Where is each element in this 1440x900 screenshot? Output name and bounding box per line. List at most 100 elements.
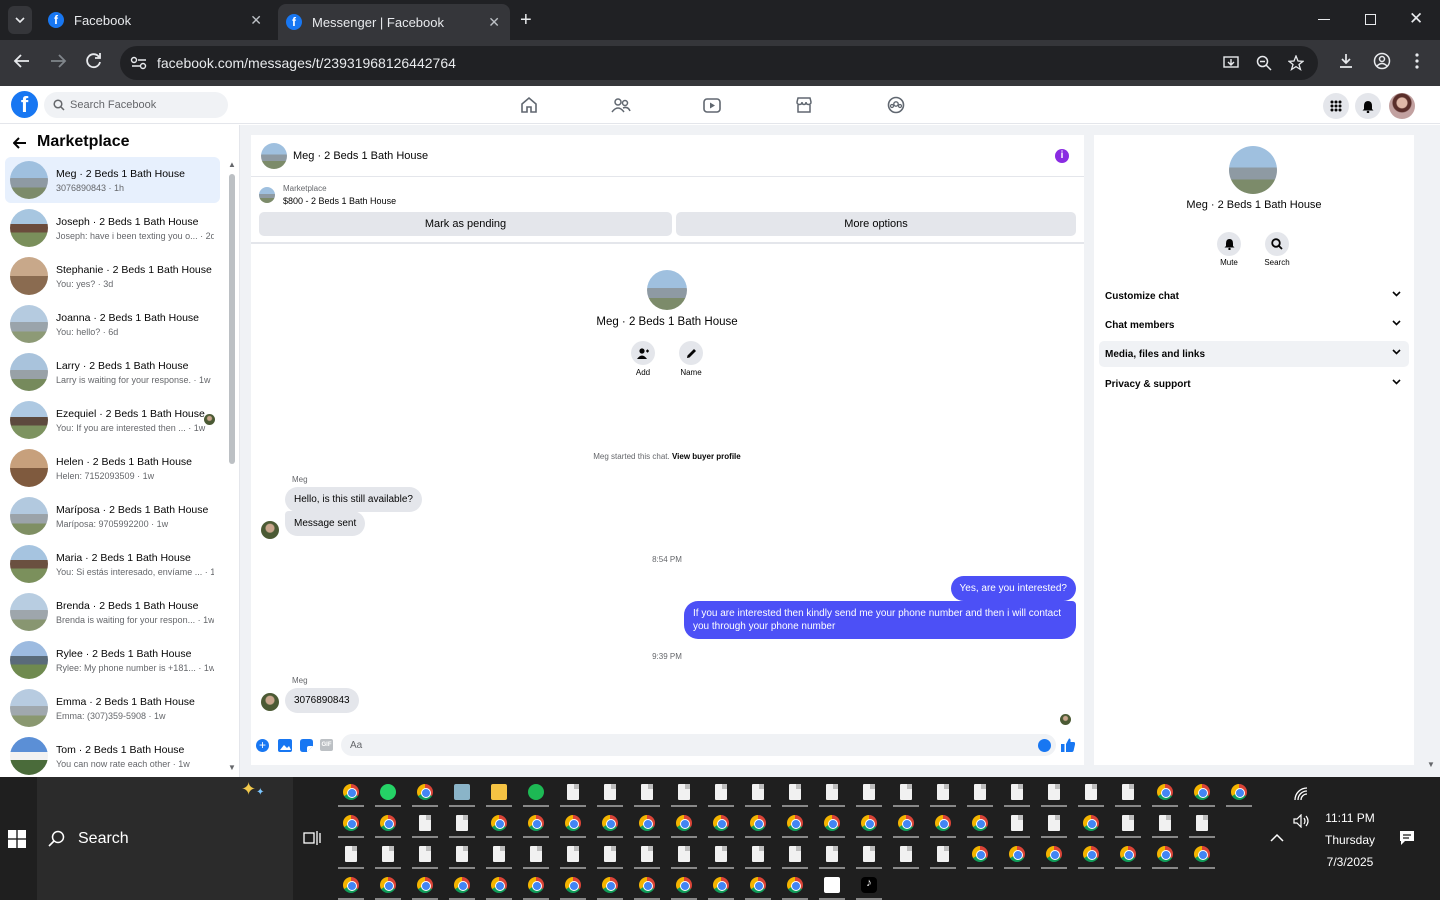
notification-center-icon[interactable]	[1399, 830, 1415, 846]
document-icon[interactable]	[456, 815, 468, 831]
chrome-icon[interactable]	[713, 877, 729, 893]
chrome-icon[interactable]	[491, 877, 507, 893]
chat-members-row[interactable]: Chat members	[1099, 312, 1409, 338]
document-icon[interactable]	[715, 846, 727, 862]
install-app-icon[interactable]	[1223, 56, 1239, 70]
chrome-icon[interactable]	[935, 815, 951, 831]
chrome-icon[interactable]	[491, 815, 507, 831]
chrome-icon[interactable]	[417, 784, 433, 800]
notepad-icon[interactable]	[454, 784, 470, 800]
chrome-icon[interactable]	[1157, 784, 1173, 800]
chrome-icon[interactable]	[1046, 846, 1062, 862]
document-icon[interactable]	[826, 846, 838, 862]
chrome-icon[interactable]	[861, 815, 877, 831]
reload-icon[interactable]	[85, 52, 103, 70]
marketplace-icon[interactable]	[795, 96, 813, 114]
network-icon[interactable]	[1294, 787, 1310, 801]
scrollbar[interactable]: ▲ ▼	[228, 160, 236, 772]
document-icon[interactable]	[1122, 784, 1134, 800]
document-icon[interactable]	[604, 846, 616, 862]
address-bar[interactable]: facebook.com/messages/t/2393196812644276…	[120, 46, 1318, 80]
chrome-icon[interactable]	[1194, 784, 1210, 800]
chrome-icon[interactable]	[454, 877, 470, 893]
chrome-icon[interactable]	[824, 815, 840, 831]
profile-icon[interactable]	[1373, 52, 1391, 70]
chrome-icon[interactable]	[972, 815, 988, 831]
listing-thumb[interactable]	[259, 187, 275, 203]
message-input[interactable]: Aa	[341, 734, 1056, 756]
chrome-icon[interactable]	[787, 877, 803, 893]
restore-button[interactable]	[1365, 14, 1376, 25]
document-icon[interactable]	[641, 784, 653, 800]
page-scrollbar[interactable]: ▼	[1427, 760, 1435, 769]
document-icon[interactable]	[789, 784, 801, 800]
chrome-icon[interactable]	[417, 877, 433, 893]
conversation-item[interactable]: Emma · 2 Beds 1 Bath House Emma: (307)359…	[5, 685, 220, 731]
chrome-icon[interactable]	[565, 877, 581, 893]
add-people-button[interactable]	[631, 341, 655, 365]
whatsapp-icon[interactable]	[380, 784, 396, 800]
outgoing-message[interactable]: Yes, are you interested?	[950, 576, 1076, 601]
outgoing-message[interactable]: If you are interested then kindly send m…	[684, 601, 1076, 639]
groups-icon[interactable]	[887, 96, 905, 114]
site-info-icon[interactable]	[130, 56, 148, 70]
tab-facebook[interactable]: f Facebook ✕	[40, 0, 272, 40]
document-icon[interactable]	[641, 846, 653, 862]
conversation-item[interactable]: Meg · 2 Beds 1 Bath House 3076890843 · 1h	[5, 157, 220, 203]
incoming-message[interactable]: 3076890843	[285, 688, 359, 713]
chrome-icon[interactable]	[528, 815, 544, 831]
back-icon[interactable]	[13, 52, 31, 70]
conversation-item[interactable]: Tom · 2 Beds 1 Bath House You can now rat…	[5, 733, 220, 777]
facebook-search-input[interactable]: Search Facebook	[44, 92, 228, 118]
bookmark-star-icon[interactable]	[1288, 55, 1304, 71]
friends-icon[interactable]	[611, 96, 631, 114]
document-icon[interactable]	[604, 784, 616, 800]
sticker-icon[interactable]	[300, 739, 313, 752]
chrome-icon[interactable]	[380, 877, 396, 893]
menu-button[interactable]	[1323, 93, 1349, 119]
listing-title[interactable]: $800 - 2 Beds 1 Bath House	[283, 196, 396, 206]
chat-header-name[interactable]: Meg · 2 Beds 1 Bath House	[293, 150, 428, 162]
chrome-icon[interactable]	[1194, 846, 1210, 862]
new-tab-button[interactable]: +	[520, 9, 532, 32]
chrome-icon[interactable]	[898, 815, 914, 831]
chat-avatar[interactable]	[261, 143, 287, 169]
forward-icon[interactable]	[49, 52, 67, 70]
profile-avatar[interactable]	[647, 270, 687, 310]
document-icon[interactable]	[678, 846, 690, 862]
search-chat-button[interactable]	[1265, 232, 1289, 256]
document-icon[interactable]	[678, 784, 690, 800]
privacy-support-row[interactable]: Privacy & support	[1099, 371, 1409, 397]
spotify-icon[interactable]	[528, 784, 544, 800]
back-arrow-icon[interactable]	[13, 137, 27, 149]
conversation-item[interactable]: Ezequiel · 2 Beds 1 Bath House You: If yo…	[5, 397, 220, 443]
document-icon[interactable]	[1011, 784, 1023, 800]
chrome-icon[interactable]	[676, 877, 692, 893]
solitaire-icon[interactable]	[824, 877, 840, 893]
close-icon[interactable]: ✕	[250, 12, 262, 29]
document-icon[interactable]	[382, 846, 394, 862]
chrome-icon[interactable]	[528, 877, 544, 893]
chrome-icon[interactable]	[343, 815, 359, 831]
chrome-icon[interactable]	[787, 815, 803, 831]
mute-button[interactable]	[1217, 232, 1241, 256]
chrome-icon[interactable]	[380, 815, 396, 831]
document-icon[interactable]	[900, 846, 912, 862]
taskbar-clock[interactable]: 11:11 PM Thursday 7/3/2025	[1318, 807, 1382, 873]
windows-start-icon[interactable]	[8, 830, 26, 848]
photo-icon[interactable]	[278, 739, 292, 752]
incoming-message[interactable]: Hello, is this still available?	[285, 487, 422, 512]
notifications-button[interactable]	[1355, 93, 1381, 119]
document-icon[interactable]	[567, 784, 579, 800]
sender-avatar[interactable]	[261, 693, 279, 711]
document-icon[interactable]	[345, 846, 357, 862]
document-icon[interactable]	[419, 846, 431, 862]
conversation-item[interactable]: Larry · 2 Beds 1 Bath House Larry is wait…	[5, 349, 220, 395]
tab-messenger[interactable]: f Messenger | Facebook ✕	[278, 4, 510, 40]
document-icon[interactable]	[1085, 784, 1097, 800]
document-icon[interactable]	[715, 784, 727, 800]
conversation-item[interactable]: Maria · 2 Beds 1 Bath House You: Si estás…	[5, 541, 220, 587]
chrome-icon[interactable]	[602, 815, 618, 831]
gif-icon[interactable]: GIF	[320, 739, 333, 751]
task-view-icon[interactable]	[303, 830, 321, 846]
